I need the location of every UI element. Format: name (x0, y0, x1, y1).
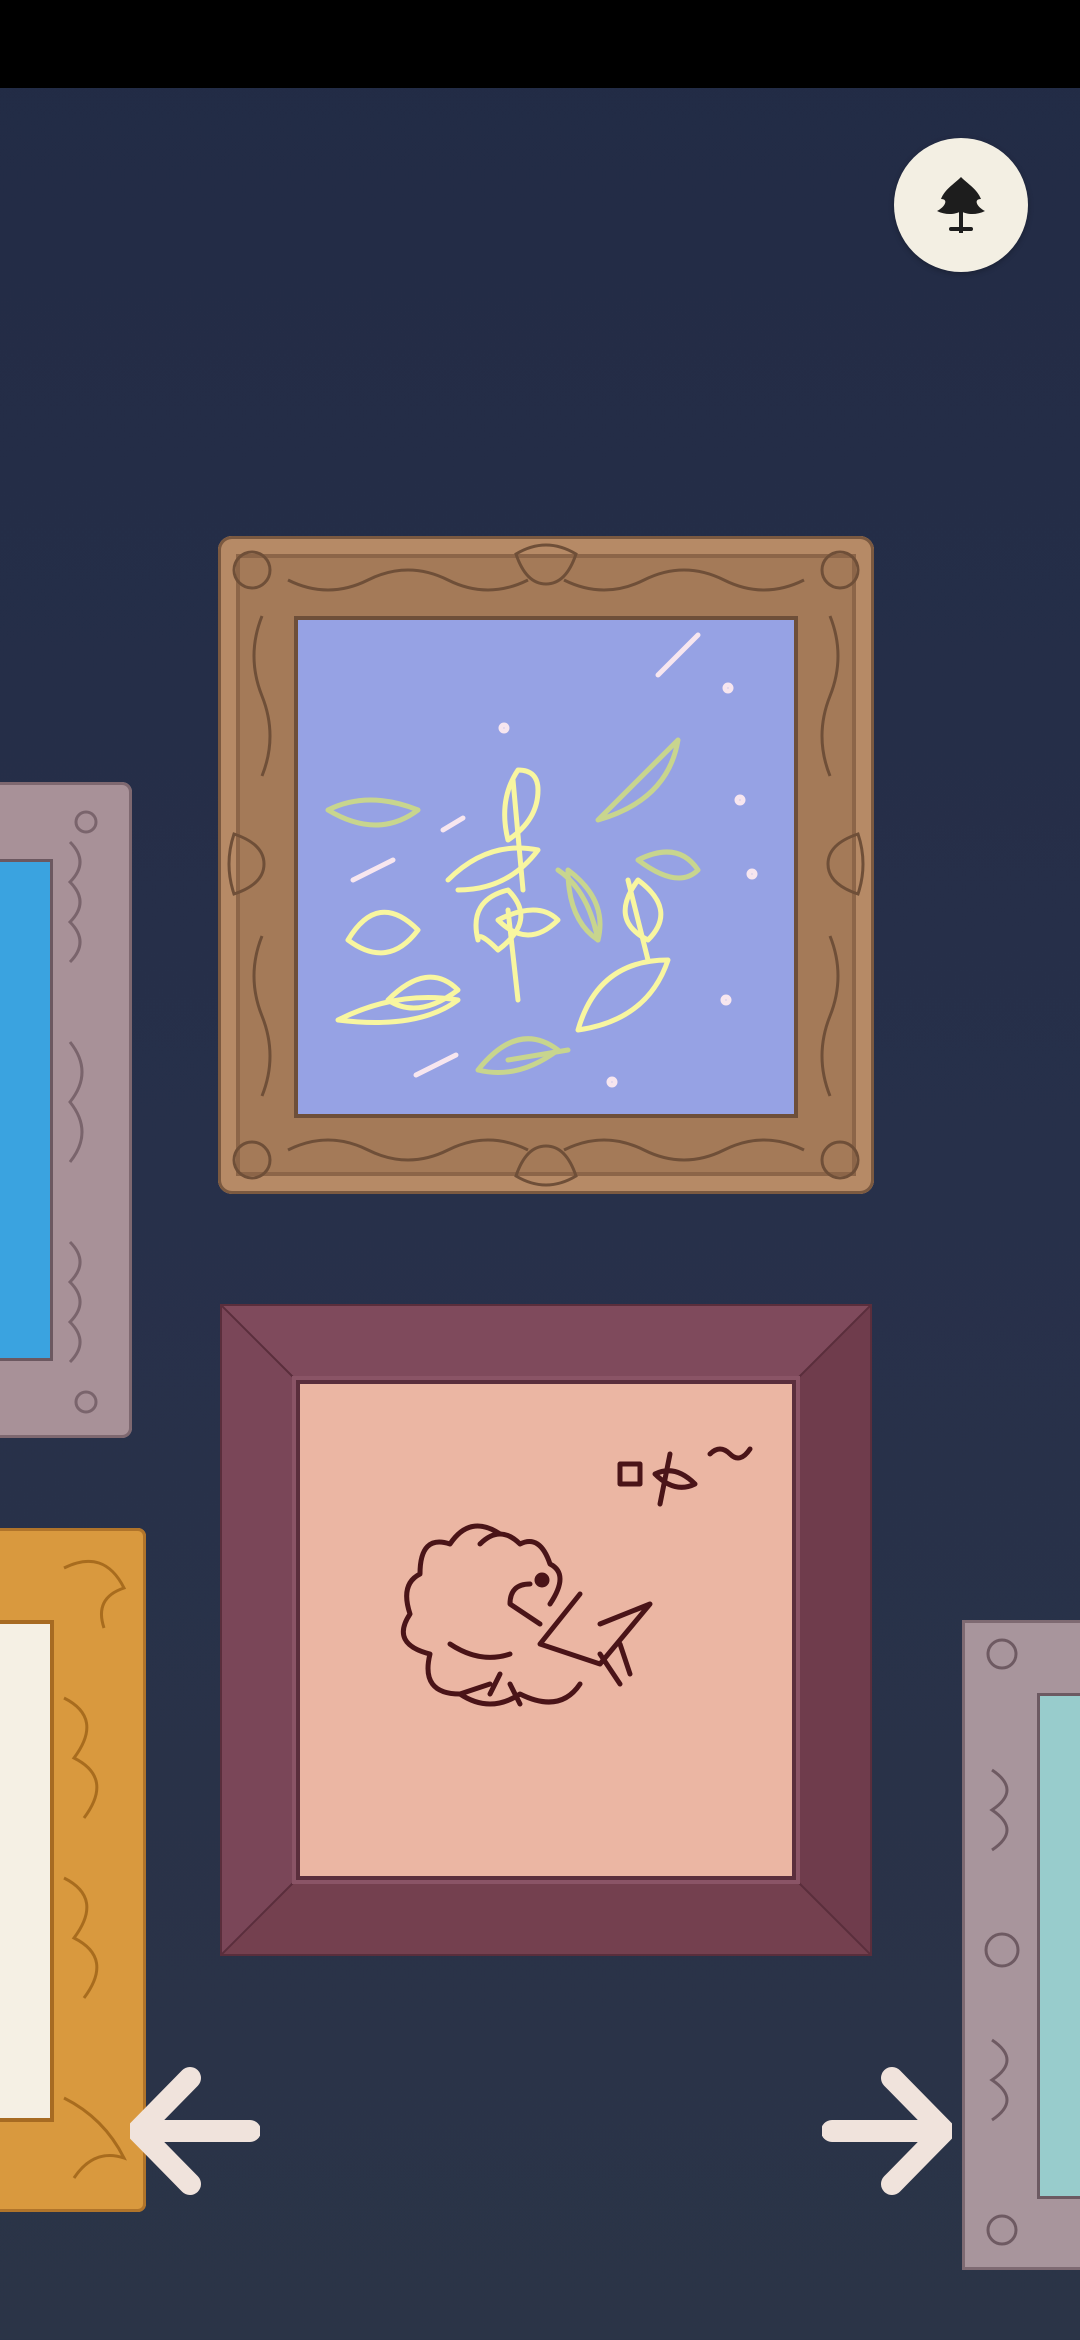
painting-frame-right[interactable] (962, 1620, 1080, 2270)
leaves-drawing (325, 632, 758, 1088)
painting-canvas (0, 862, 50, 1358)
painting-frame-bird[interactable] (220, 1304, 872, 1956)
frame-ornament (67, 810, 98, 1414)
arrow-right-icon (822, 2067, 952, 2195)
painting-canvas (300, 1384, 792, 1876)
painting-canvas (1040, 1696, 1080, 2196)
painting-canvas (0, 1624, 50, 2118)
bird-drawing (400, 1446, 753, 1707)
status-bar (0, 0, 1080, 88)
painting-frame-left-bottom[interactable] (0, 1528, 146, 2212)
previous-button[interactable] (130, 2066, 260, 2196)
leaf-button[interactable] (894, 138, 1028, 272)
frame-ornament (984, 1638, 1020, 2246)
painting-canvas (298, 620, 794, 1114)
painting-frame-left-top[interactable] (0, 782, 132, 1438)
leaf-icon (937, 177, 985, 233)
next-button[interactable] (822, 2066, 952, 2196)
arrow-left-icon (130, 2067, 260, 2195)
painting-frame-leaves[interactable] (218, 536, 874, 1194)
